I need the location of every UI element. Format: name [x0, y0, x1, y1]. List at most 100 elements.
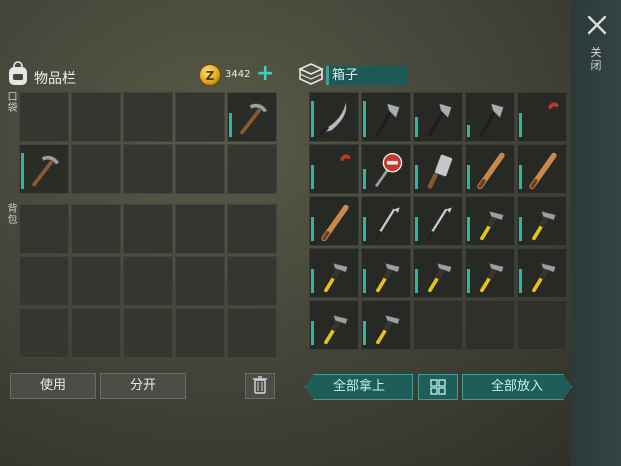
pocket-slot[interactable]	[175, 144, 225, 194]
chest-slot[interactable]	[309, 92, 359, 142]
golf-club-icon	[426, 207, 452, 241]
crowbar-icon	[322, 154, 351, 189]
backpack-slot[interactable]	[227, 308, 277, 358]
trash-button[interactable]	[245, 373, 275, 399]
chest-grid	[309, 92, 567, 350]
hatchet-icon	[376, 102, 401, 137]
pocket-slot[interactable]	[71, 92, 121, 142]
take-all-button[interactable]: 全部拿上	[305, 374, 413, 400]
durability-bar	[311, 101, 314, 137]
hatchet-icon	[480, 102, 505, 137]
chest-slot[interactable]	[413, 92, 463, 142]
chest-slot[interactable]	[465, 144, 515, 194]
backpack-slot[interactable]	[19, 204, 69, 254]
sort-button[interactable]	[418, 374, 458, 400]
chest-slot[interactable]	[413, 300, 463, 350]
stop-sign-icon	[374, 152, 403, 188]
durability-bar	[519, 217, 522, 241]
pocket-slot[interactable]	[175, 92, 225, 142]
machete-icon	[318, 101, 347, 137]
backpack-label: 背包	[7, 204, 18, 226]
chest-slot[interactable]	[517, 144, 567, 194]
chest-icon	[298, 62, 324, 86]
durability-bar	[363, 169, 366, 189]
backpack-slot[interactable]	[123, 256, 173, 306]
hammer-icon	[324, 314, 349, 345]
hammer-icon	[376, 262, 401, 293]
chest-slot[interactable]	[361, 248, 411, 298]
backpack-icon	[6, 61, 30, 87]
hammer-icon	[532, 210, 557, 241]
chest-slot[interactable]	[361, 300, 411, 350]
backpack-slot[interactable]	[71, 204, 121, 254]
backpack-slot[interactable]	[175, 204, 225, 254]
chest-slot[interactable]	[465, 248, 515, 298]
durability-bar	[311, 269, 314, 293]
trash-icon	[253, 376, 267, 394]
durability-bar	[415, 165, 418, 189]
chest-slot[interactable]	[413, 248, 463, 298]
put-all-button[interactable]: 全部放入	[462, 374, 572, 400]
chest-slot[interactable]	[361, 196, 411, 246]
chest-slot[interactable]	[517, 248, 567, 298]
hammer-icon	[532, 262, 557, 293]
pocket-slot[interactable]	[123, 144, 173, 194]
pocket-slot[interactable]	[227, 92, 277, 142]
backpack-slot[interactable]	[227, 204, 277, 254]
durability-bar	[467, 269, 470, 293]
chest-slot[interactable]	[517, 300, 567, 350]
close-button[interactable]	[586, 14, 608, 36]
backpack-slot[interactable]	[71, 308, 121, 358]
backpack-slot[interactable]	[19, 308, 69, 358]
durability-bar	[363, 217, 366, 241]
use-button[interactable]: 使用	[10, 373, 96, 399]
hammer-icon	[480, 210, 505, 241]
durability-bar	[363, 269, 366, 293]
durability-bar	[311, 321, 314, 345]
backpack-slot[interactable]	[175, 256, 225, 306]
durability-bar	[467, 125, 470, 137]
chest-slot[interactable]	[517, 92, 567, 142]
durability-bar	[363, 321, 366, 345]
chest-slot[interactable]	[309, 248, 359, 298]
hatchet-icon	[428, 102, 453, 137]
chest-slot[interactable]	[309, 196, 359, 246]
golf-club-icon	[374, 207, 400, 241]
pickaxe-icon	[32, 155, 61, 187]
durability-bar	[21, 153, 24, 189]
pocket-slot[interactable]	[19, 92, 69, 142]
backpack-grid	[19, 204, 277, 358]
durability-bar	[519, 269, 522, 293]
pocket-slot[interactable]	[227, 144, 277, 194]
durability-bar	[415, 269, 418, 293]
chest-slot[interactable]	[465, 300, 515, 350]
cleaver-icon	[427, 154, 453, 189]
hammer-icon	[376, 314, 401, 345]
backpack-slot[interactable]	[123, 204, 173, 254]
backpack-slot[interactable]	[123, 308, 173, 358]
backpack-slot[interactable]	[227, 256, 277, 306]
chest-slot[interactable]	[361, 144, 411, 194]
chest-slot[interactable]	[465, 92, 515, 142]
pocket-slot[interactable]	[71, 144, 121, 194]
backpack-slot[interactable]	[175, 308, 225, 358]
pocket-grid	[19, 92, 277, 194]
chest-slot[interactable]	[413, 196, 463, 246]
coin-count: 3442	[225, 69, 251, 80]
pocket-slot[interactable]	[123, 92, 173, 142]
chest-slot[interactable]	[309, 144, 359, 194]
chest-slot[interactable]	[361, 92, 411, 142]
chest-slot[interactable]	[413, 144, 463, 194]
chest-slot[interactable]	[309, 300, 359, 350]
split-button[interactable]: 分开	[100, 373, 186, 399]
hammer-icon	[324, 262, 349, 293]
durability-bar	[363, 101, 366, 137]
add-coins-button[interactable]: +	[256, 63, 274, 85]
chest-slot[interactable]	[465, 196, 515, 246]
hammer-icon	[480, 262, 505, 293]
pocket-slot[interactable]	[19, 144, 69, 194]
chest-slot[interactable]	[517, 196, 567, 246]
close-label[interactable]: 关闭	[589, 46, 603, 72]
backpack-slot[interactable]	[71, 256, 121, 306]
backpack-slot[interactable]	[19, 256, 69, 306]
